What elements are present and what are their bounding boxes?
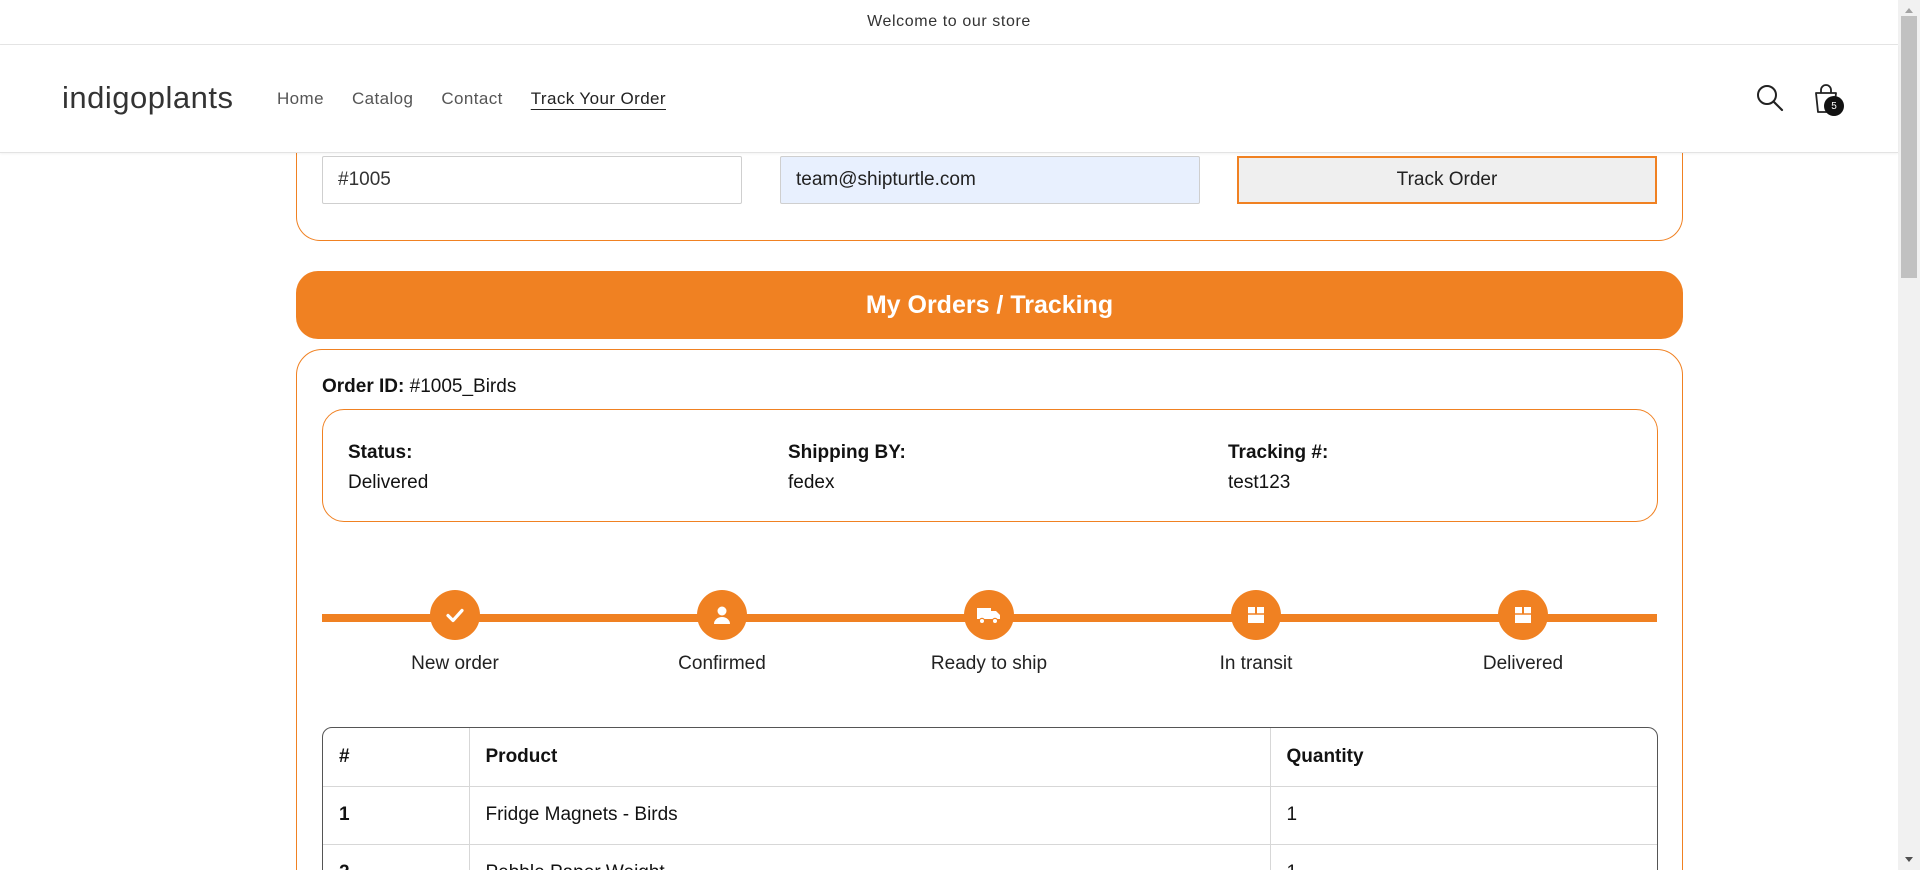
step-label-in-transit: In transit [1219,653,1293,674]
col-header-quantity: Quantity [1269,728,1657,787]
order-number-input[interactable] [322,156,742,204]
page-scrollbar[interactable] [1898,0,1920,870]
announcement-text: Welcome to our store [867,13,1031,30]
store-logo[interactable]: indigoplants [62,80,233,116]
status-block: Status: Delivered [348,438,428,498]
nav-track-order[interactable]: Track Your Order [531,89,666,109]
search-icon[interactable] [1755,83,1785,113]
nav-contact[interactable]: Contact [441,89,502,109]
step-label-new-order: New order [411,653,499,674]
row-product: Fridge Magnets - Birds [468,786,1270,845]
col-header-product: Product [468,728,1270,787]
announcement-bar: Welcome to our store [0,0,1898,45]
order-id-label: Order ID: [322,376,405,397]
site-header: indigoplants Home Catalog Contact Track … [0,45,1898,153]
box-icon [1248,607,1264,623]
step-delivered [1498,590,1548,640]
scroll-thumb[interactable] [1901,16,1917,278]
user-icon [714,606,730,624]
box-icon [1515,607,1531,623]
nav-catalog[interactable]: Catalog [352,89,413,109]
email-input[interactable] [780,156,1200,204]
cart-count-badge: 5 [1824,96,1844,116]
scroll-up-arrow[interactable] [1905,8,1913,13]
row-number: 2 [323,844,469,870]
truck-icon [977,608,1000,625]
row-product: Pebble Paper Weight [468,844,1270,870]
step-confirmed [697,590,747,640]
check-icon [446,608,464,623]
nav-home[interactable]: Home [277,89,324,109]
scroll-down-arrow[interactable] [1905,857,1913,862]
step-ready-to-ship [964,590,1014,640]
table-row: 1 Fridge Magnets - Birds 1 [323,786,1657,845]
status-value: Delivered [348,472,429,493]
order-id: Order ID: #1005_Birds [322,376,516,398]
order-items-table: # Product Quantity 1 Fridge Magnets - Bi… [322,727,1658,870]
row-number: 1 [323,786,469,845]
orders-title-bar: My Orders / Tracking [296,271,1683,339]
main-nav: Home Catalog Contact Track Your Order [277,89,694,109]
orders-title: My Orders / Tracking [865,290,1114,319]
shipping-value: fedex [788,472,835,493]
step-in-transit [1231,590,1281,640]
table-header-row: # Product Quantity [323,728,1657,787]
step-label-ready-to-ship: Ready to ship [930,653,1048,674]
table-row: 2 Pebble Paper Weight 1 [323,844,1657,870]
col-header-number: # [323,728,469,787]
track-order-button[interactable]: Track Order [1237,156,1657,204]
status-label: Status: [348,442,413,463]
shipping-label: Shipping BY: [788,442,906,463]
step-new-order [430,590,480,640]
row-quantity: 1 [1269,786,1657,845]
tracking-label: Tracking #: [1228,442,1329,463]
shipping-block: Shipping BY: fedex [788,438,906,498]
order-id-value: #1005_Birds [409,376,517,397]
row-quantity: 1 [1269,844,1657,870]
tracking-value: test123 [1228,472,1291,493]
order-info-box [322,409,1658,522]
step-label-delivered: Delivered [1482,653,1564,674]
tracking-block: Tracking #: test123 [1228,438,1328,498]
step-label-confirmed: Confirmed [678,653,766,674]
